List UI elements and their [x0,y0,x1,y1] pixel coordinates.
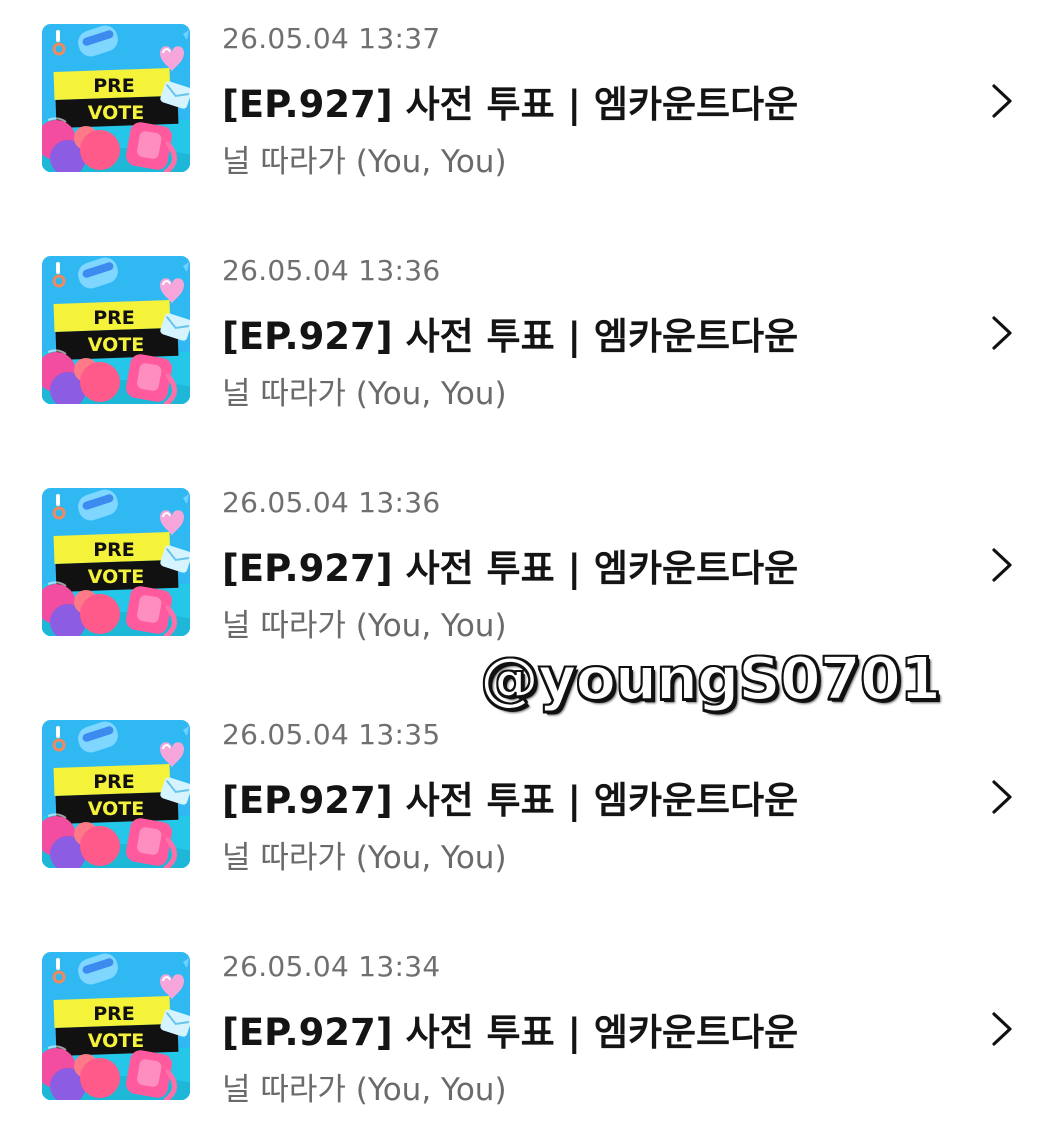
vote-history-item[interactable]: PRE VOTE 26.05.04 13:36 [EP.927] 사전 투표 |… [0,232,1054,412]
vote-title: [EP.927] 사전 투표 | 엠카운트다운 [222,547,799,590]
pre-vote-line1: PRE [93,1003,135,1025]
username-watermark: @youngS0701 [479,643,942,714]
vote-timestamp: 26.05.04 13:37 [222,22,441,55]
pre-vote-artwork: PRE VOTE [42,952,190,1100]
pre-vote-artwork: PRE VOTE [42,24,190,172]
vote-timestamp: 26.05.04 13:35 [222,718,441,751]
vote-title: [EP.927] 사전 투표 | 엠카운트다운 [222,1011,799,1054]
vote-history-item[interactable]: PRE VOTE 26.05.04 13:34 [EP.927] 사전 투표 |… [0,928,1054,1108]
vote-song: 널 따라가 (You, You) [222,376,507,412]
vote-timestamp: 26.05.04 13:36 [222,486,441,519]
vote-song: 널 따라가 (You, You) [222,1072,507,1108]
pre-vote-line1: PRE [93,307,135,329]
chevron-right-icon[interactable] [988,546,1016,584]
vote-song: 널 따라가 (You, You) [222,840,507,876]
pre-vote-line1: PRE [93,539,135,561]
vote-title: [EP.927] 사전 투표 | 엠카운트다운 [222,779,799,822]
chevron-right-icon[interactable] [988,778,1016,816]
vote-timestamp: 26.05.04 13:36 [222,254,441,287]
vote-history-item[interactable]: PRE VOTE 26.05.04 13:36 [EP.927] 사전 투표 |… [0,464,1054,644]
pre-vote-thumbnail: PRE VOTE [42,720,190,868]
vote-history-list: PRE VOTE 26.05.04 13:37 [EP.927] 사전 투표 |… [0,0,1054,1144]
pre-vote-line1: PRE [93,75,135,97]
pre-vote-line1: PRE [93,771,135,793]
pre-vote-line2: VOTE [88,334,144,356]
pre-vote-line2: VOTE [88,566,144,588]
vote-title: [EP.927] 사전 투표 | 엠카운트다운 [222,83,799,126]
pre-vote-thumbnail: PRE VOTE [42,952,190,1100]
vote-song: 널 따라가 (You, You) [222,144,507,180]
vote-history-item[interactable]: PRE VOTE 26.05.04 13:35 [EP.927] 사전 투표 |… [0,696,1054,876]
pre-vote-thumbnail: PRE VOTE [42,488,190,636]
chevron-right-icon[interactable] [988,82,1016,120]
vote-title: [EP.927] 사전 투표 | 엠카운트다운 [222,315,799,358]
vote-song: 널 따라가 (You, You) [222,608,507,644]
pre-vote-line2: VOTE [88,102,144,124]
chevron-right-icon[interactable] [988,314,1016,352]
pre-vote-line2: VOTE [88,1030,144,1052]
chevron-right-icon[interactable] [988,1010,1016,1048]
pre-vote-line2: VOTE [88,798,144,820]
vote-history-item[interactable]: PRE VOTE 26.05.04 13:37 [EP.927] 사전 투표 |… [0,0,1054,180]
pre-vote-thumbnail: PRE VOTE [42,256,190,404]
vote-timestamp: 26.05.04 13:34 [222,950,441,983]
pre-vote-artwork: PRE VOTE [42,488,190,636]
pre-vote-artwork: PRE VOTE [42,720,190,868]
pre-vote-artwork: PRE VOTE [42,256,190,404]
pre-vote-thumbnail: PRE VOTE [42,24,190,172]
